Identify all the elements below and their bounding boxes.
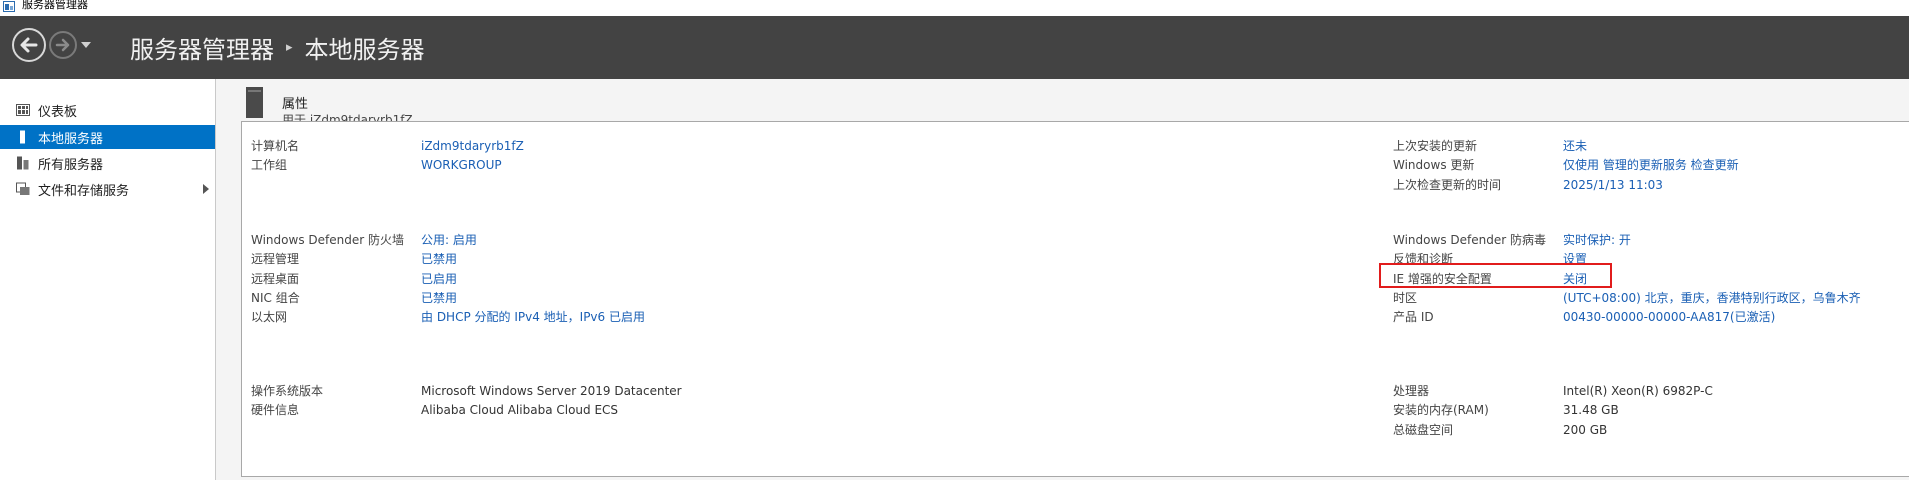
arrow-right-icon [55, 38, 70, 52]
link-windows-update[interactable]: 仅使用 管理的更新服务 检查更新 [1563, 156, 1739, 174]
properties-title: 属性 [282, 97, 309, 112]
value-hardware: Alibaba Cloud Alibaba Cloud ECS [421, 403, 619, 417]
link-computer-name[interactable]: iZdm9tdaryrb1fZ [421, 137, 524, 155]
app-header: 服务器管理器 ▸ 本地服务器 [0, 16, 1909, 79]
sidebar-item-local-server[interactable]: 本地服务器 [0, 125, 215, 149]
label-defender-antivirus: Windows Defender 防病毒 [1393, 233, 1546, 247]
local-server-icon [20, 130, 25, 144]
label-hardware: 硬件信息 [251, 403, 300, 417]
link-time-zone[interactable]: (UTC+08:00) 北京，重庆，香港特别行政区，乌鲁木齐 [1563, 289, 1861, 307]
window-title-bar: 服务器管理器 [0, 0, 1909, 16]
properties-panel: 计算机名 iZdm9tdaryrb1fZ 工作组 WORKGROUP Windo… [241, 121, 1909, 477]
link-remote-desktop[interactable]: 已启用 [421, 270, 457, 288]
back-button[interactable] [12, 28, 46, 62]
value-processor: Intel(R) Xeon(R) 6982P-C [1563, 384, 1713, 398]
label-firewall: Windows Defender 防火墙 [251, 233, 404, 247]
label-remote-management: 远程管理 [251, 252, 300, 266]
label-total-disk: 总磁盘空间 [1393, 423, 1454, 437]
label-computer-name: 计算机名 [251, 139, 300, 153]
label-product-id: 产品 ID [1393, 310, 1434, 324]
label-installed-memory: 安装的内存(RAM) [1393, 403, 1489, 417]
sidebar-item-label: 所有服务器 [38, 157, 104, 173]
link-nic-teaming[interactable]: 已禁用 [421, 289, 457, 307]
expand-arrow-icon[interactable] [203, 184, 209, 194]
label-windows-update: Windows 更新 [1393, 158, 1475, 172]
link-last-checked-update[interactable]: 2025/1/13 11:03 [1563, 176, 1663, 194]
link-remote-management[interactable]: 已禁用 [421, 250, 457, 268]
arrow-left-icon [20, 37, 38, 53]
history-dropdown-icon[interactable] [80, 40, 92, 50]
label-remote-desktop: 远程桌面 [251, 272, 300, 286]
server-tower-icon [246, 87, 263, 118]
breadcrumb-separator-icon: ▸ [286, 39, 293, 55]
label-nic-teaming: NIC 组合 [251, 291, 300, 305]
link-ethernet[interactable]: 由 DHCP 分配的 IPv4 地址，IPv6 已启用 [421, 308, 645, 326]
value-total-disk: 200 GB [1563, 423, 1608, 437]
breadcrumb: 服务器管理器 ▸ 本地服务器 [130, 30, 425, 64]
link-defender-antivirus[interactable]: 实时保护: 开 [1563, 231, 1631, 249]
label-ethernet: 以太网 [251, 310, 288, 324]
sidebar-item-label: 仪表板 [38, 104, 78, 120]
forward-button[interactable] [49, 31, 77, 59]
link-last-installed-update[interactable]: 还未 [1563, 137, 1587, 155]
sidebar-item-label: 文件和存储服务 [38, 183, 130, 199]
label-processor: 处理器 [1393, 384, 1430, 398]
all-servers-icon [17, 156, 29, 170]
main-content: 属性 用于 iZdm9tdaryrb1fZ 计算机名 iZdm9tdaryrb1… [216, 79, 1909, 480]
breadcrumb-root[interactable]: 服务器管理器 [130, 30, 274, 65]
label-time-zone: 时区 [1393, 291, 1418, 305]
value-installed-memory: 31.48 GB [1563, 403, 1619, 417]
label-last-installed-update: 上次安装的更新 [1393, 139, 1478, 153]
link-workgroup[interactable]: WORKGROUP [421, 156, 502, 174]
server-manager-app-icon [3, 1, 15, 12]
dashboard-icon [16, 104, 30, 116]
value-os-version: Microsoft Windows Server 2019 Datacenter [421, 384, 682, 398]
sidebar-item-label: 本地服务器 [38, 131, 104, 147]
breadcrumb-current: 本地服务器 [304, 35, 425, 64]
file-storage-icon [16, 182, 30, 195]
sidebar-item-dashboard[interactable]: 仪表板 [0, 98, 215, 122]
highlight-annotation-box [1379, 263, 1612, 288]
label-workgroup: 工作组 [251, 158, 288, 172]
link-firewall[interactable]: 公用: 启用 [421, 231, 477, 249]
sidebar-item-all-servers[interactable]: 所有服务器 [0, 151, 215, 175]
link-product-id[interactable]: 00430-00000-00000-AA817(已激活) [1563, 308, 1775, 326]
window-title: 服务器管理器 [22, 0, 88, 11]
label-os-version: 操作系统版本 [251, 384, 324, 398]
sidebar-item-file-storage[interactable]: 文件和存储服务 [0, 177, 215, 201]
sidebar: 仪表板 本地服务器 所有服务器 文件和存储服务 [0, 79, 216, 480]
label-last-checked-update: 上次检查更新的时间 [1393, 178, 1502, 192]
